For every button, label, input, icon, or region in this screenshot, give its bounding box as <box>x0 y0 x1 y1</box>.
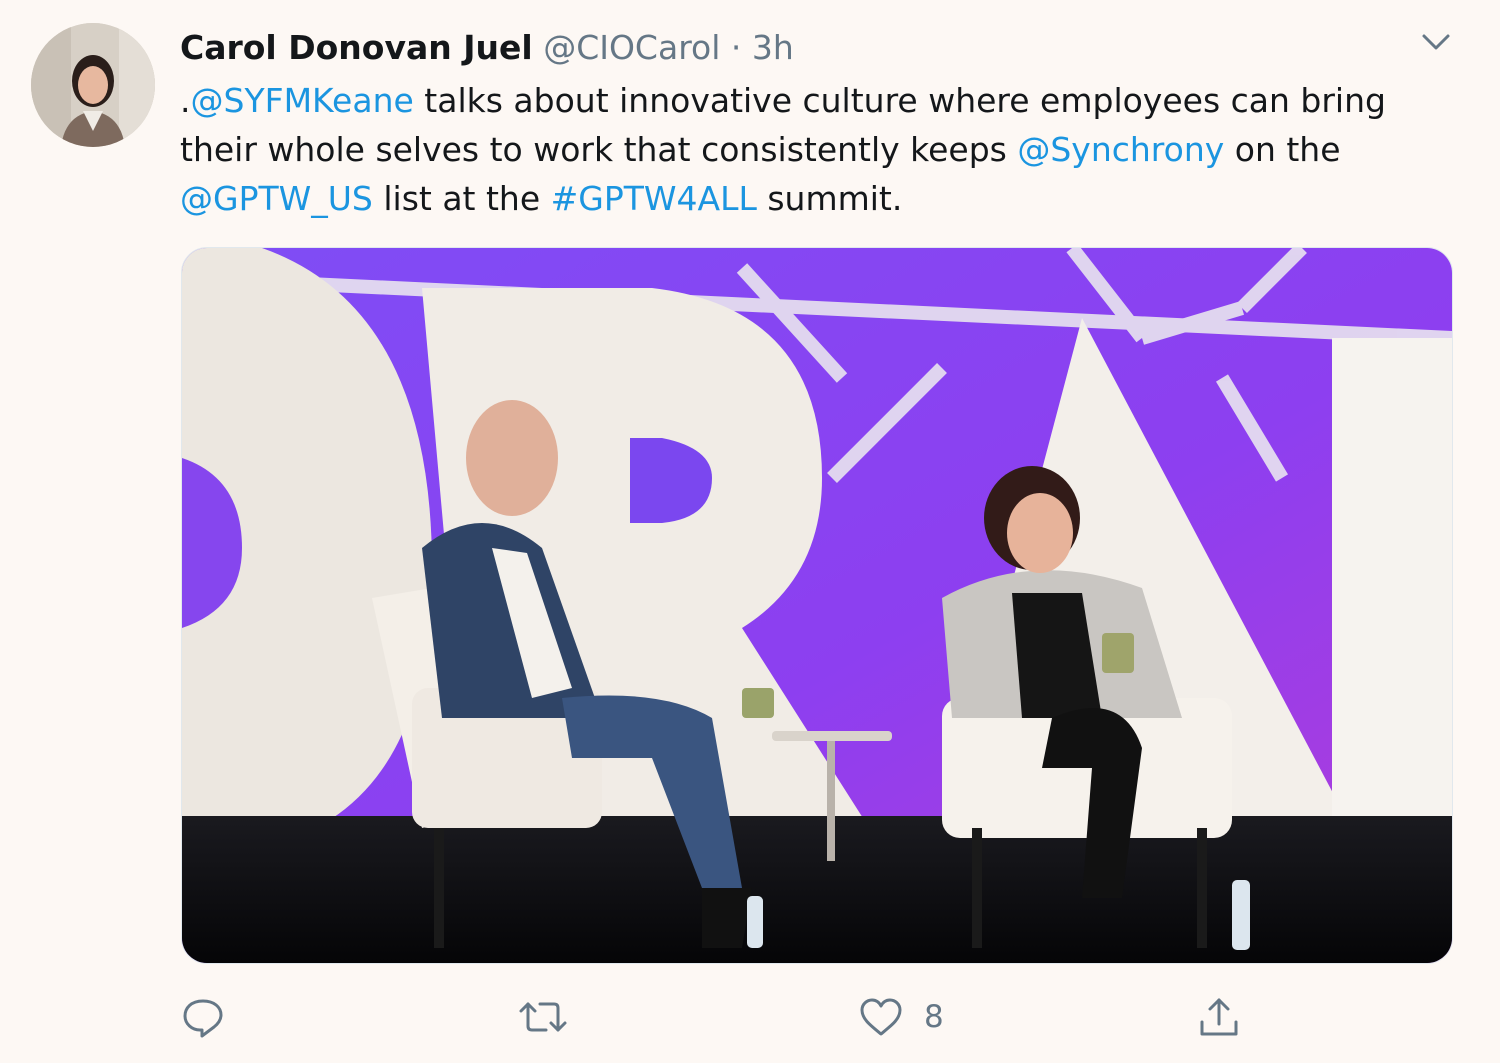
author-handle[interactable]: @CIOCarol <box>543 28 720 67</box>
mention-link[interactable]: @SYFMKeane <box>191 81 414 120</box>
text-part: summit. <box>756 179 903 218</box>
tweet-text: .@SYFMKeane talks about innovative cultu… <box>180 76 1430 223</box>
retweet-icon <box>519 1002 567 1032</box>
share-icon <box>1200 998 1238 1036</box>
reply-button[interactable] <box>180 990 226 1044</box>
text-part: . <box>180 81 191 120</box>
author-name[interactable]: Carol Donovan Juel <box>180 28 533 67</box>
stage-photo-illustration <box>182 248 1452 963</box>
text-part: on the <box>1224 130 1341 169</box>
tweet[interactable]: Carol Donovan Juel @CIOCarol · 3h .@SYFM… <box>0 0 1500 1063</box>
separator-dot: · <box>730 28 742 67</box>
tweet-actions: 8 <box>180 990 1480 1044</box>
avatar[interactable] <box>31 23 155 147</box>
tweet-photo[interactable] <box>181 247 1453 964</box>
mention-link[interactable]: @GPTW_US <box>180 179 373 218</box>
tweet-time[interactable]: 3h <box>752 28 794 67</box>
like-count: 8 <box>924 999 944 1035</box>
reply-icon <box>183 999 223 1038</box>
hashtag-link[interactable]: #GPTW4ALL <box>551 179 757 218</box>
mention-link[interactable]: @Synchrony <box>1017 130 1224 169</box>
tweet-header: Carol Donovan Juel @CIOCarol · 3h <box>180 26 794 70</box>
retweet-button[interactable] <box>518 990 568 1044</box>
heart-icon <box>860 998 902 1036</box>
share-button[interactable] <box>1196 990 1242 1044</box>
chevron-down-icon <box>1422 34 1450 50</box>
more-options-button[interactable] <box>1416 27 1456 57</box>
like-button[interactable]: 8 <box>858 990 944 1044</box>
text-part: list at the <box>372 179 551 218</box>
